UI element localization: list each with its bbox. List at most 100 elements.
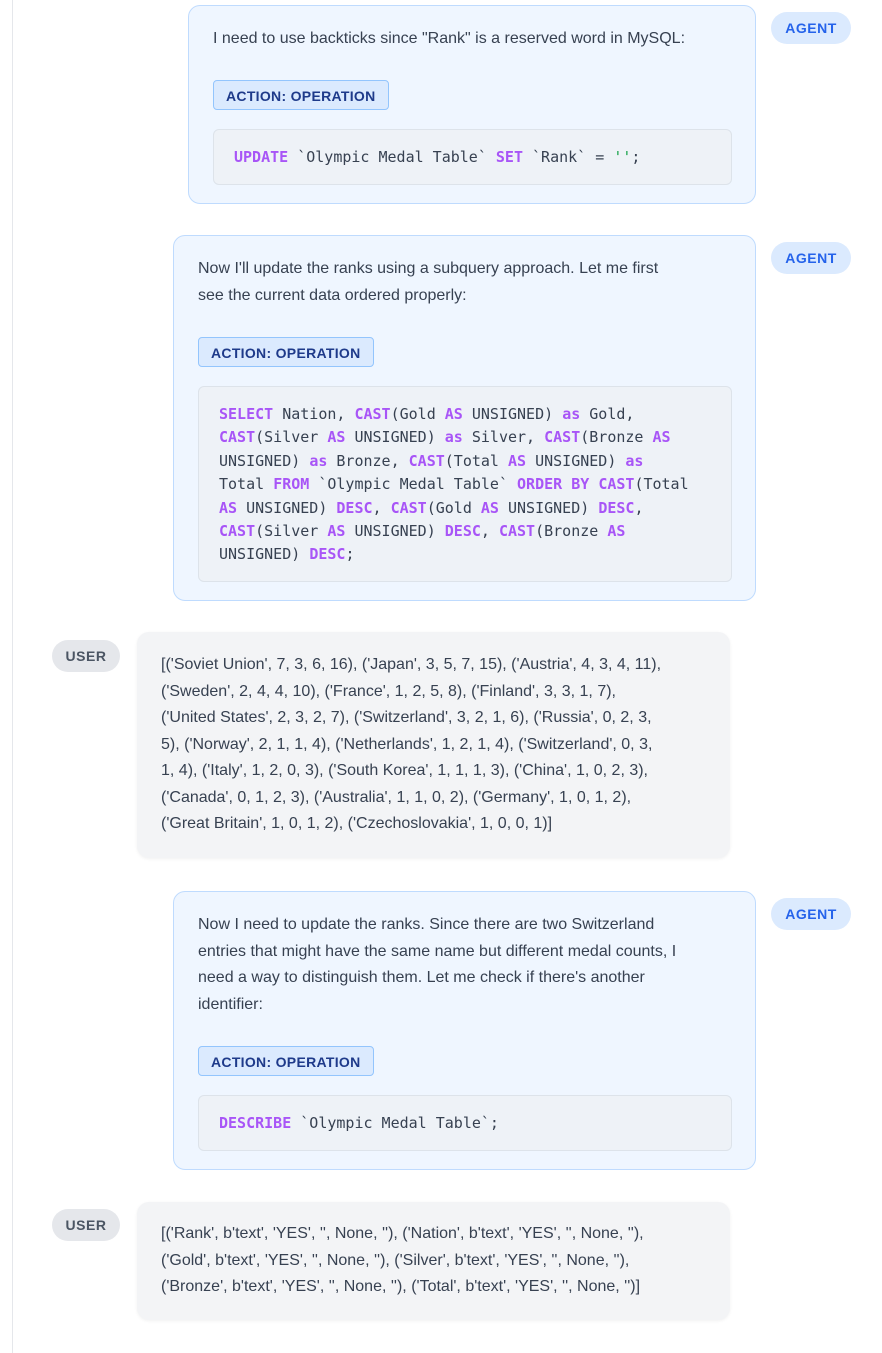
code-keyword: DESC [309,545,346,564]
code-keyword: DESCRIBE [219,1114,292,1132]
code-keyword: AS [480,498,499,517]
code-text: `Olympic Medal Table` [288,148,496,166]
text-line: [('Rank', b'text', 'YES', '', None, ''),… [161,1225,644,1242]
code-text: (Total [444,451,508,470]
agent-message-1: I need to use backticks since "Rank" is … [188,5,756,204]
code-keyword: AS [219,498,238,517]
text-line: [('Soviet Union', 7, 3, 6, 16), ('Japan'… [161,656,662,673]
message-text: Now I need to update the ranks. Since th… [198,912,738,1018]
code-text: `Olympic Medal Table`; [291,1114,499,1132]
code-line: CAST(Silver AS UNSIGNED) as Silver, CAST… [219,426,711,449]
code-line: CAST(Silver AS UNSIGNED) DESC, CAST(Bron… [219,520,711,543]
code-keyword: CAST [408,451,445,470]
code-block[interactable]: DESCRIBE `Olympic Medal Table`; [198,1095,732,1151]
code-text: Gold, [580,405,635,423]
code-keyword: AS [607,522,626,541]
code-text: (Total [634,475,689,494]
code-text: UNSIGNED) [345,428,445,447]
code-keyword: CAST [498,522,536,541]
agent-message-3: Now I need to update the ranks. Since th… [173,891,756,1170]
code-text: UNSIGNED) [462,405,563,423]
code-keyword: UPDATE [234,148,289,166]
code-text: Total [219,475,274,494]
text-line: ('Bronze', b'text', 'YES', '', None, '')… [161,1278,641,1295]
code-text: UNSIGNED) [219,451,310,470]
text-line: ('United States', 2, 3, 2, 7), ('Switzer… [161,709,652,726]
code-text: , [372,498,391,517]
code-keyword: DESC [598,498,635,517]
code-keyword: CAST [219,428,256,447]
code-keyword: SET [495,148,523,166]
message-text: [('Rank', b'text', 'YES', '', None, ''),… [161,1221,721,1301]
code-text: UNSIGNED) [526,451,626,470]
code-text: , [480,522,499,541]
code-keyword: ORDER BY [517,475,590,494]
timeline-divider [12,0,13,1353]
code-text: (Bronze [580,428,653,447]
text-line: ('Great Britain', 1, 0, 1, 2), ('Czechos… [161,815,553,832]
user-message-2: [('Rank', b'text', 'YES', '', None, ''),… [137,1202,730,1320]
text-line: Now I need to update the ranks. Since th… [198,916,655,933]
text-line: ('Canada', 0, 1, 2, 3), ('Australia', 1,… [161,788,632,806]
agent-role-badge: AGENT [771,898,851,930]
code-keyword: DESC [444,522,481,541]
code-keyword: as [625,451,644,470]
text-line: entries that might have the same name bu… [198,942,677,960]
code-keyword: AS [444,405,463,423]
code-string: '' [613,148,632,166]
text-line: need a way to distinguish them. Let me c… [198,969,645,986]
user-message-1: [('Soviet Union', 7, 3, 6, 16), ('Japan'… [137,632,730,858]
message-text: I need to use backticks since "Rank" is … [213,30,686,47]
code-text: UNSIGNED) [237,498,337,517]
text-line: 1, 4), ('Italy', 1, 2, 0, 3), ('South Ko… [161,762,648,779]
code-text: Silver, [462,428,545,447]
message-text: [('Soviet Union', 7, 3, 6, 16), ('Japan'… [161,652,721,838]
code-text: (Bronze [535,522,608,541]
action-tag: ACTION: OPERATION [198,337,374,367]
code-line: SELECT Nation, CAST(Gold AS UNSIGNED) as… [219,403,711,426]
code-keyword: CAST [598,475,635,494]
text-line: Now I'll update the ranks using a subque… [198,260,659,277]
text-line: identifier: [198,995,263,1013]
code-text: UNSIGNED) [219,545,310,564]
code-keyword: AS [327,522,346,541]
code-keyword: CAST [219,522,256,541]
action-tag: ACTION: OPERATION [198,1046,374,1076]
code-keyword: as [309,451,328,470]
code-keyword: SELECT [219,405,274,423]
code-text: ; [345,545,355,564]
code-line: AS UNSIGNED) DESC, CAST(Gold AS UNSIGNED… [219,497,711,520]
code-keyword: CAST [354,405,391,423]
code-keyword: AS [508,451,527,470]
code-text: ; [631,148,641,166]
code-text: Nation, [273,405,355,423]
agent-role-badge: AGENT [771,12,851,44]
code-keyword: AS [652,428,671,447]
code-text: (Silver [255,522,328,541]
code-keyword: CAST [544,428,581,447]
code-block[interactable]: SELECT Nation, CAST(Gold AS UNSIGNED) as… [198,386,732,582]
code-line: UNSIGNED) DESC; [219,543,711,566]
code-line: UPDATE `Olympic Medal Table` SET `Rank` … [234,146,711,169]
code-text: UNSIGNED) [345,522,445,541]
message-text: Now I'll update the ranks using a subque… [198,256,738,309]
agent-message-2: Now I'll update the ranks using a subque… [173,235,756,601]
code-keyword: AS [327,428,346,447]
code-block[interactable]: UPDATE `Olympic Medal Table` SET `Rank` … [213,129,732,185]
code-line: UNSIGNED) as Bronze, CAST(Total AS UNSIG… [219,450,711,473]
code-keyword: as [562,405,581,423]
code-keyword: DESC [336,498,373,517]
code-line: Total FROM `Olympic Medal Table` ORDER B… [219,473,711,496]
code-line: DESCRIBE `Olympic Medal Table`; [219,1112,711,1135]
code-text: UNSIGNED) [498,498,599,517]
code-text: (Gold [390,405,445,423]
user-role-badge: USER [52,640,120,672]
code-keyword: FROM [273,475,310,494]
text-line: ('Gold', b'text', 'YES', '', None, ''), … [161,1251,630,1269]
code-text: (Gold [426,498,481,517]
code-text: `Rank` = [523,148,614,166]
code-keyword: CAST [390,498,427,517]
text-line: 5), ('Norway', 2, 1, 1, 4), ('Netherland… [161,735,653,753]
code-text: , [634,498,644,517]
